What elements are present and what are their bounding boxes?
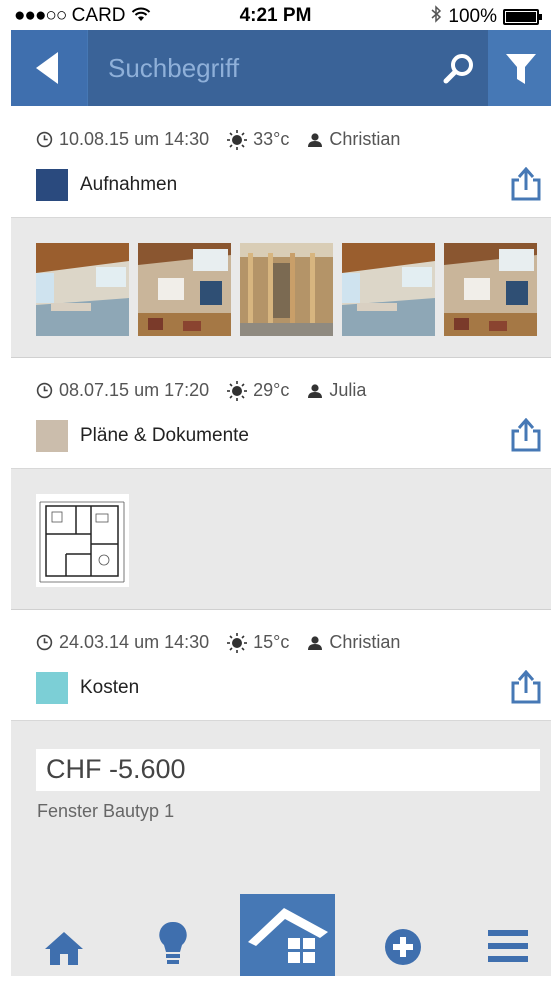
photo-thumbnail[interactable] [240,243,333,336]
user-icon [308,635,323,650]
entry-header[interactable]: 10.08.15 um 14:30 33°c Christian Aufnahm… [11,107,551,218]
category-label: Aufnahmen [80,174,178,195]
filter-icon [506,54,536,84]
house-icon [248,908,328,963]
user-icon [308,132,323,147]
filter-button[interactable] [489,30,551,106]
share-icon[interactable] [509,418,543,452]
entry-header[interactable]: 08.07.15 um 17:20 29°c Julia Pläne & Dok… [11,358,551,469]
nav-bar [11,30,551,106]
home-icon [45,932,83,965]
share-icon[interactable] [509,167,543,201]
entry-date: 08.07.15 um 17:20 [59,380,210,400]
entry-temperature: 15°c [253,632,290,652]
photo-gallery [11,218,551,358]
photo-thumbnail[interactable] [36,243,129,336]
entry-user: Christian [329,632,401,652]
search-input[interactable] [108,50,408,86]
plus-circle-icon [385,929,421,965]
cost-amount-box: CHF -5.600 [36,749,540,791]
photo-thumbnail[interactable] [138,243,231,336]
clock-icon [36,382,53,399]
tab-project-home[interactable] [240,894,335,976]
photo-thumbnail[interactable] [444,243,537,336]
user-icon [308,383,323,398]
category-label: Pläne & Dokumente [80,425,249,446]
entry-header[interactable]: 24.03.14 um 14:30 15°c Christian Kosten [11,610,551,721]
cost-amount: CHF -5.600 [46,754,186,784]
share-icon[interactable] [509,670,543,704]
entry-date: 24.03.14 um 14:30 [59,632,210,652]
menu-icon [488,930,528,962]
search-icon[interactable] [443,52,475,84]
cost-description: Fenster Bautyp 1 [37,801,175,821]
bluetooth-icon [430,5,442,29]
clock-icon [36,634,53,651]
category-swatch [36,169,68,201]
category-swatch [36,420,68,452]
back-button[interactable] [11,30,87,106]
sun-icon [227,129,248,150]
entry-date: 10.08.15 um 14:30 [59,129,210,149]
status-bar: ●●●○○ CARD 4:21 PM 100% [0,0,551,30]
tab-bar [11,890,551,976]
chevron-left-icon [36,52,58,84]
floorplan-thumbnail[interactable] [36,494,129,587]
photo-thumbnail[interactable] [342,243,435,336]
tab-home[interactable] [44,930,84,971]
battery-percent: 100% [448,6,497,27]
entry-temperature: 33°c [253,129,290,149]
sun-icon [227,632,248,653]
tab-ideas[interactable] [157,920,189,973]
entry-temperature: 29°c [253,380,290,400]
lightbulb-icon [159,921,187,964]
category-swatch [36,672,68,704]
entry-user: Christian [329,129,401,149]
search-box [88,30,488,106]
entry-user: Julia [329,380,367,400]
document-gallery [11,469,551,610]
category-label: Kosten [80,677,140,698]
sun-icon [227,380,248,401]
battery-icon [503,9,542,25]
tab-add[interactable] [384,928,422,971]
clock-icon [36,131,53,148]
tab-menu[interactable] [488,930,528,969]
